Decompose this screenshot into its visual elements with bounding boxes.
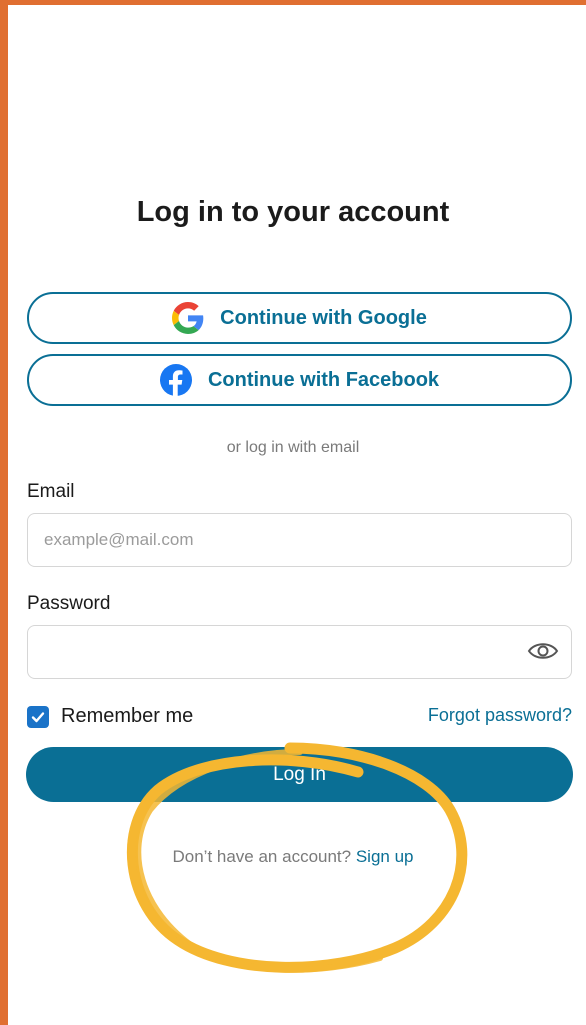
remember-me-checkbox[interactable] [27, 705, 49, 728]
continue-with-facebook-button[interactable]: Continue with Facebook [27, 354, 572, 406]
password-label: Password [27, 593, 111, 614]
page-title: Log in to your account [136, 196, 450, 228]
password-field[interactable] [27, 625, 572, 679]
login-button-label: Log In [273, 763, 326, 785]
email-divider-text: or log in with email [226, 439, 360, 456]
email-label: Email [27, 481, 75, 502]
checkmark-icon [31, 711, 45, 722]
eye-icon[interactable] [527, 638, 559, 664]
continue-with-google-button[interactable]: Continue with Google [27, 292, 572, 344]
login-button[interactable]: Log In [26, 747, 573, 802]
remember-me-label: Remember me [61, 705, 194, 727]
facebook-button-label: Continue with Facebook [207, 368, 440, 391]
signup-link[interactable]: Sign up [356, 847, 414, 866]
signup-row: Don’t have an account? Sign up [0, 847, 586, 867]
email-field[interactable] [27, 513, 572, 567]
signup-prompt: Don’t have an account? [172, 847, 352, 866]
remember-me-row: Remember me [27, 705, 193, 728]
forgot-password-link[interactable]: Forgot password? [428, 705, 572, 726]
facebook-icon [159, 364, 192, 396]
google-button-label: Continue with Google [220, 306, 427, 329]
google-icon [172, 302, 204, 334]
